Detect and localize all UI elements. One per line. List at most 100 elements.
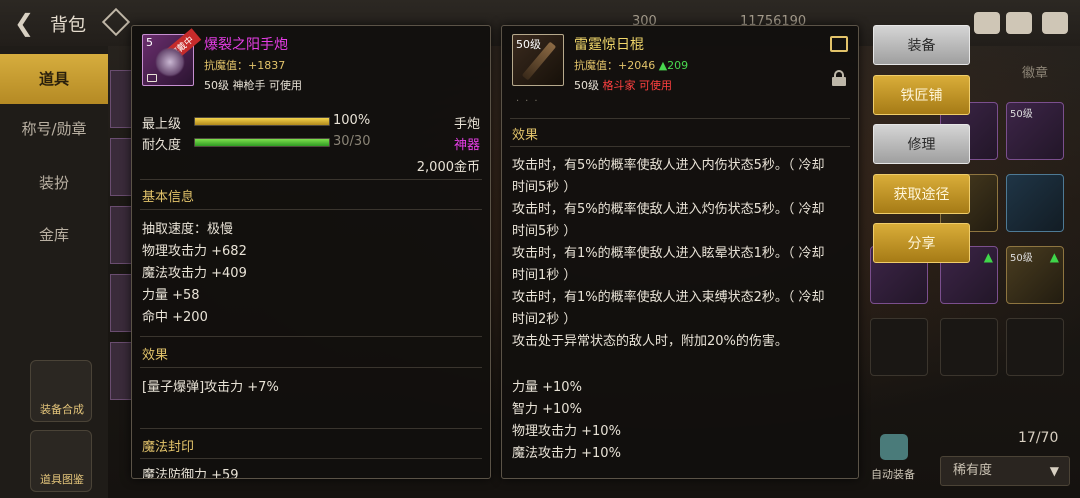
divider xyxy=(140,428,482,429)
max-level-fill xyxy=(195,118,329,125)
upgrade-arrow-icon: ▲ xyxy=(983,250,993,264)
slot-level: 50级 xyxy=(1010,109,1033,120)
seal-title: 魔法封印 xyxy=(142,440,195,455)
repair-button[interactable]: 修理 xyxy=(873,124,970,164)
sort-label: 稀有度 xyxy=(953,463,993,478)
nav-item-titles[interactable]: 称号/勋章 xyxy=(0,104,108,154)
divider xyxy=(140,336,482,337)
price: 2,000金币 xyxy=(416,160,480,175)
gem-icon xyxy=(101,7,131,37)
mail-icon[interactable] xyxy=(1006,12,1032,34)
equipment-craft-button[interactable]: 装备合成 xyxy=(30,360,92,422)
auto-equip-button[interactable]: 自动装备 xyxy=(862,430,924,490)
inventory-slot[interactable]: 50级 xyxy=(1006,102,1064,160)
durability-fill xyxy=(195,139,329,146)
back-arrow-icon[interactable]: ❮ xyxy=(14,9,42,37)
divider xyxy=(140,179,482,180)
effect-line: 攻击时，有1%的概率使敌人进入束缚状态2秒。（ 冷却 xyxy=(512,290,825,305)
resist-stat: 抗魔值：+1837 xyxy=(204,57,285,73)
durability-value: 30/30 xyxy=(333,134,371,149)
resist-value: +1837 xyxy=(248,59,286,72)
inventory-slot[interactable] xyxy=(870,318,928,376)
effect-line: 攻击时，有1%的概率使敌人进入眩晕状态1秒。（ 冷却 xyxy=(512,246,825,261)
stat-line: 物理攻击力 +682 xyxy=(142,244,247,259)
share-icon[interactable] xyxy=(830,36,848,52)
blacksmith-button[interactable]: 铁匠铺 xyxy=(873,75,970,115)
slot[interactable] xyxy=(110,206,132,264)
tab-badges[interactable]: 徽章 xyxy=(1022,62,1048,81)
divider xyxy=(510,118,850,119)
left-nav: 道具 称号/勋章 装扮 金库 装备合成 道具图鉴 xyxy=(0,46,108,498)
item-name: 雷霆惊日棍 xyxy=(574,37,644,53)
effect-line: 时间2秒 ） xyxy=(512,312,577,327)
weapon-type: 手炮 xyxy=(453,117,480,132)
inventory-slot[interactable]: 50级 ▲ xyxy=(1006,246,1064,304)
lock-icon[interactable] xyxy=(832,70,846,86)
caret-down-icon: ▼ xyxy=(1049,464,1059,478)
page-title: 背包 xyxy=(50,15,86,36)
resist-stat: 抗魔值：+2046 ▲209 xyxy=(574,57,688,73)
rarity: 神器 xyxy=(453,138,480,153)
armor-icon xyxy=(880,434,908,460)
hand-cannon-icon: 5 穿戴中 xyxy=(142,28,202,86)
effect-line: 魔法攻击力 +10% xyxy=(512,446,621,461)
inventory-count: 17/70 xyxy=(1018,430,1059,446)
stat-line: 力量 +58 xyxy=(142,288,200,303)
lock-body xyxy=(832,77,846,86)
sort-select[interactable]: 稀有度 ▼ xyxy=(940,456,1070,486)
effect-line: 时间1秒 ） xyxy=(512,268,577,283)
resist-value: +2046 xyxy=(618,59,656,72)
item-codex-button[interactable]: 道具图鉴 xyxy=(30,430,92,492)
chat-icon[interactable] xyxy=(1042,12,1068,34)
basic-info-title: 基本信息 xyxy=(142,190,195,205)
effect-title: 效果 xyxy=(512,128,539,143)
item-level-badge: 5 xyxy=(146,36,153,49)
slot[interactable] xyxy=(110,70,132,128)
seal-line: 魔法防御力 +59 xyxy=(142,468,239,479)
max-level-label: 最上级 xyxy=(142,117,182,132)
slot[interactable] xyxy=(110,342,132,400)
inventory-slot[interactable] xyxy=(940,318,998,376)
divider xyxy=(140,458,482,459)
stat-line: 魔法攻击力 +409 xyxy=(142,266,247,281)
resist-delta: ▲209 xyxy=(658,59,689,72)
nav-item-items[interactable]: 道具 xyxy=(0,54,108,104)
max-level-bar xyxy=(194,117,330,126)
lock-icon xyxy=(147,74,157,82)
requirement: 50级 格斗家 可使用 xyxy=(574,77,672,93)
effect-line: 力量 +10% xyxy=(512,380,582,395)
equip-button[interactable]: 装备 xyxy=(873,25,970,65)
inventory-slot[interactable] xyxy=(1006,318,1064,376)
staff-icon: 50级 xyxy=(512,34,564,86)
item-codex-label: 道具图鉴 xyxy=(40,473,84,486)
effect-line: 攻击时，有5%的概率使敌人进入内伤状态5秒。（ 冷却 xyxy=(512,158,825,173)
nav-item-vault[interactable]: 金库 xyxy=(0,210,108,260)
resist-label: 抗魔值： xyxy=(204,59,248,72)
req-suffix: 可使用 xyxy=(639,79,672,92)
effect-line: 时间5秒 ） xyxy=(512,224,577,239)
effect-line: 攻击时，有5%的概率使敌人进入灼伤状态5秒。（ 冷却 xyxy=(512,202,825,217)
obtain-source-button[interactable]: 获取途径 xyxy=(873,174,970,214)
bag-icon[interactable] xyxy=(974,12,1000,34)
slot[interactable] xyxy=(110,138,132,196)
effect-line: 攻击处于异常状态的敌人时，附加20%的伤害。 xyxy=(512,334,788,349)
upgrade-arrow-icon: ▲ xyxy=(1049,250,1059,264)
item-name: 爆裂之阳手炮 xyxy=(204,37,288,53)
nav-item-avatar[interactable]: 装扮 xyxy=(0,158,108,208)
durability-bar xyxy=(194,138,330,147)
share-button[interactable]: 分享 xyxy=(873,223,970,263)
effect-line: 智力 +10% xyxy=(512,402,582,417)
resist-label: 抗魔值： xyxy=(574,59,618,72)
durability-label: 耐久度 xyxy=(142,138,182,153)
slot[interactable] xyxy=(110,274,132,332)
weapon-art xyxy=(155,47,185,77)
divider xyxy=(140,209,482,210)
stat-line: 抽取速度：极慢 xyxy=(142,222,234,237)
compare-item-tooltip: 50级 雷霆惊日棍 抗魔值：+2046 ▲209 50级 格斗家 可使用 ···… xyxy=(501,25,859,479)
req-class: 格斗家 xyxy=(602,79,636,92)
effect-line: 时间5秒 ） xyxy=(512,180,577,195)
inventory-slot[interactable] xyxy=(1006,174,1064,232)
requirement: 50级 神枪手 可使用 xyxy=(204,79,302,92)
equipped-item-tooltip: 5 穿戴中 爆裂之阳手炮 抗魔值：+1837 50级 神枪手 可使用 最上级 1… xyxy=(131,25,491,479)
equipment-craft-label: 装备合成 xyxy=(40,403,84,416)
